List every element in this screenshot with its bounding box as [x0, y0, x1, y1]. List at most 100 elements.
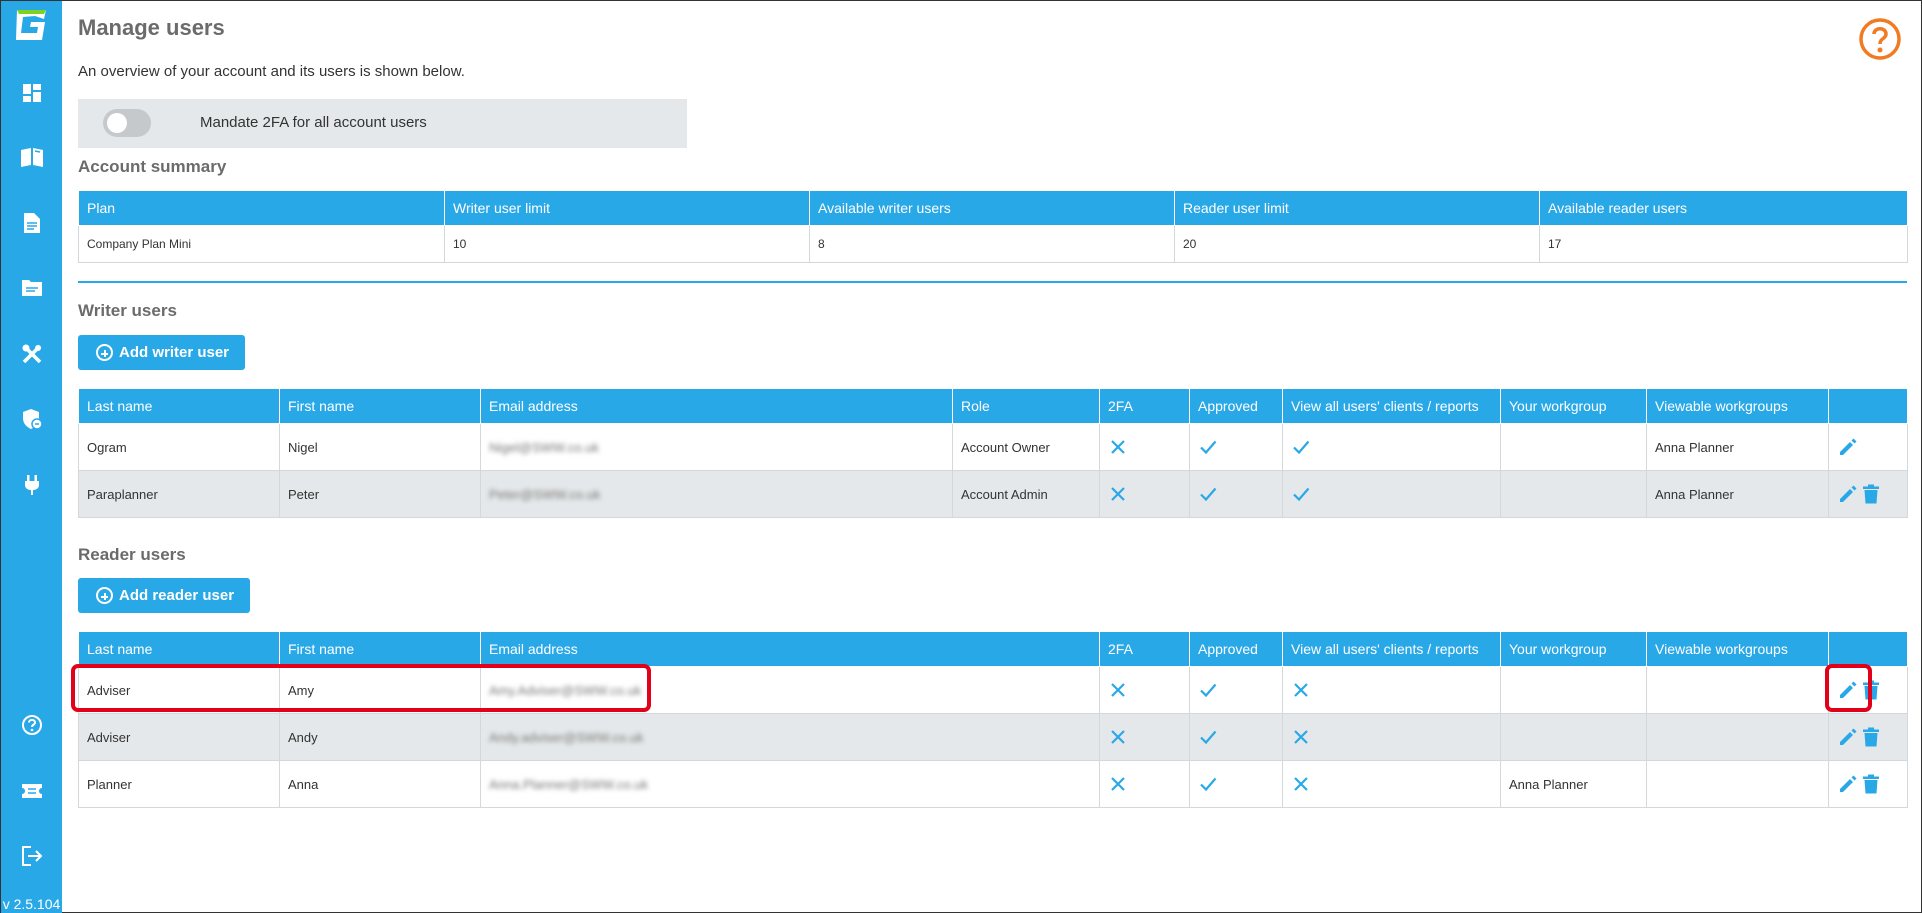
tfa-cell: [1099, 760, 1190, 808]
column-header: 2FA: [1099, 388, 1190, 424]
delete-icon[interactable]: [1861, 726, 1883, 748]
help-circle-icon[interactable]: [1859, 18, 1901, 60]
last-name-cell-text: Ogram: [87, 439, 127, 455]
edit-icon[interactable]: [1837, 773, 1859, 795]
dashboard-icon[interactable]: [20, 81, 44, 105]
role-cell-text: Account Admin: [961, 486, 1048, 502]
approved-cell: [1189, 713, 1283, 761]
reader-users-table: Last name First name Email address 2FA A…: [78, 631, 1908, 808]
column-header: Last name: [78, 388, 280, 424]
view-all-cell: [1282, 666, 1501, 714]
check-icon: [1291, 485, 1311, 502]
available-readers-cell: 17: [1539, 225, 1908, 263]
check-icon: [1198, 681, 1218, 698]
edit-icon[interactable]: [1837, 483, 1859, 505]
mfa-toggle[interactable]: [103, 109, 151, 137]
logo-icon[interactable]: [13, 7, 49, 43]
first-name-cell: Peter: [279, 470, 481, 518]
viewable-workgroups-cell-text: Anna Planner: [1655, 439, 1734, 455]
edit-icon[interactable]: [1837, 726, 1859, 748]
column-header: Role: [952, 388, 1100, 424]
cross-icon: [1108, 438, 1128, 454]
add-writer-user-button[interactable]: Add writer user: [78, 335, 246, 370]
plug-icon[interactable]: [20, 473, 44, 497]
table-row[interactable]: Adviser Amy Amy.Adviser@SWW.co.uk: [78, 666, 1908, 714]
page-subtitle: An overview of your account and its user…: [78, 63, 465, 80]
edit-icon[interactable]: [1837, 436, 1859, 458]
help-icon[interactable]: [20, 713, 44, 737]
check-icon: [1198, 728, 1218, 745]
approved-cell: [1189, 666, 1283, 714]
table-row[interactable]: Planner Anna Anna.Planner@SWW.co.uk Anna Pl…: [78, 760, 1908, 808]
column-header: [1828, 631, 1908, 667]
mfa-setting-bar: Mandate 2FA for all account users: [78, 99, 687, 148]
column-header: Plan: [78, 190, 445, 226]
column-header: Approved: [1189, 631, 1283, 667]
delete-icon[interactable]: [1861, 773, 1883, 795]
edit-icon[interactable]: [1837, 679, 1859, 701]
tfa-cell: [1099, 666, 1190, 714]
email-cell: Nigel@SWW.co.uk: [480, 423, 953, 471]
plus-circle-icon: [96, 587, 113, 604]
last-name-cell: Ogram: [78, 423, 280, 471]
book-icon[interactable]: [20, 145, 44, 169]
document-icon[interactable]: [20, 211, 44, 235]
cross-icon: [1108, 681, 1128, 697]
ticket-icon[interactable]: [20, 779, 44, 803]
mfa-label: Mandate 2FA for all account users: [200, 114, 427, 131]
email-cell-text: Peter@SWW.co.uk: [489, 486, 601, 502]
role-cell: Account Admin: [952, 470, 1100, 518]
column-header: [1828, 388, 1908, 424]
workgroup-cell: [1500, 666, 1647, 714]
add-reader-user-button[interactable]: Add reader user: [78, 578, 251, 613]
first-name-cell-text: Amy: [288, 682, 314, 698]
workgroup-cell: [1500, 423, 1647, 471]
viewable-workgroups-cell: [1646, 760, 1829, 808]
check-icon: [1198, 485, 1218, 502]
add-reader-user-label: Add reader user: [119, 587, 235, 604]
shield-icon[interactable]: [20, 407, 44, 431]
last-name-cell-text: Planner: [87, 776, 132, 792]
email-cell-text: Nigel@SWW.co.uk: [489, 439, 599, 455]
toggle-knob: [107, 113, 127, 133]
workgroup-cell: Anna Planner: [1500, 760, 1647, 808]
first-name-cell: Amy: [279, 666, 481, 714]
tools-icon[interactable]: [20, 342, 44, 366]
folder-icon[interactable]: [20, 276, 44, 300]
tfa-cell: [1099, 470, 1190, 518]
workgroup-cell: [1500, 713, 1647, 761]
table-row[interactable]: Ogram Nigel Nigel@SWW.co.uk Account Owner An…: [78, 423, 1908, 471]
viewable-workgroups-cell-text: Anna Planner: [1655, 486, 1734, 502]
column-header: Your workgroup: [1500, 388, 1647, 424]
logout-icon[interactable]: [20, 844, 44, 868]
cross-icon: [1108, 485, 1128, 501]
approved-cell: [1189, 470, 1283, 518]
column-header: First name: [279, 388, 481, 424]
column-header: Available reader users: [1539, 190, 1908, 226]
column-header: Last name: [78, 631, 280, 667]
writer-users-table: Last name First name Email address Role …: [78, 388, 1908, 518]
delete-icon[interactable]: [1861, 679, 1883, 701]
add-writer-user-label: Add writer user: [119, 344, 230, 361]
cross-icon: [1291, 728, 1311, 744]
last-name-cell-text: Paraplanner: [87, 486, 158, 502]
version-label: v 2.5.104: [2, 896, 61, 912]
table-row[interactable]: Adviser Andy Andy.adviser@SWW.co.uk: [78, 713, 1908, 761]
check-icon: [1198, 775, 1218, 792]
view-all-cell: [1282, 760, 1501, 808]
first-name-cell-text: Andy: [288, 729, 318, 745]
delete-icon[interactable]: [1861, 483, 1883, 505]
view-all-cell: [1282, 713, 1501, 761]
email-cell: Peter@SWW.co.uk: [480, 470, 953, 518]
check-icon: [1291, 438, 1311, 455]
last-name-cell-text: Adviser: [87, 682, 131, 698]
actions-cell: [1828, 760, 1908, 808]
first-name-cell-text: Nigel: [288, 439, 318, 455]
last-name-cell-text: Adviser: [87, 729, 131, 745]
email-cell: Amy.Adviser@SWW.co.uk: [480, 666, 1100, 714]
email-cell: Andy.adviser@SWW.co.uk: [480, 713, 1100, 761]
cross-icon: [1108, 775, 1128, 791]
email-cell: Anna.Planner@SWW.co.uk: [480, 760, 1100, 808]
actions-cell: [1828, 470, 1908, 518]
table-row[interactable]: Paraplanner Peter Peter@SWW.co.uk Account A…: [78, 470, 1908, 518]
